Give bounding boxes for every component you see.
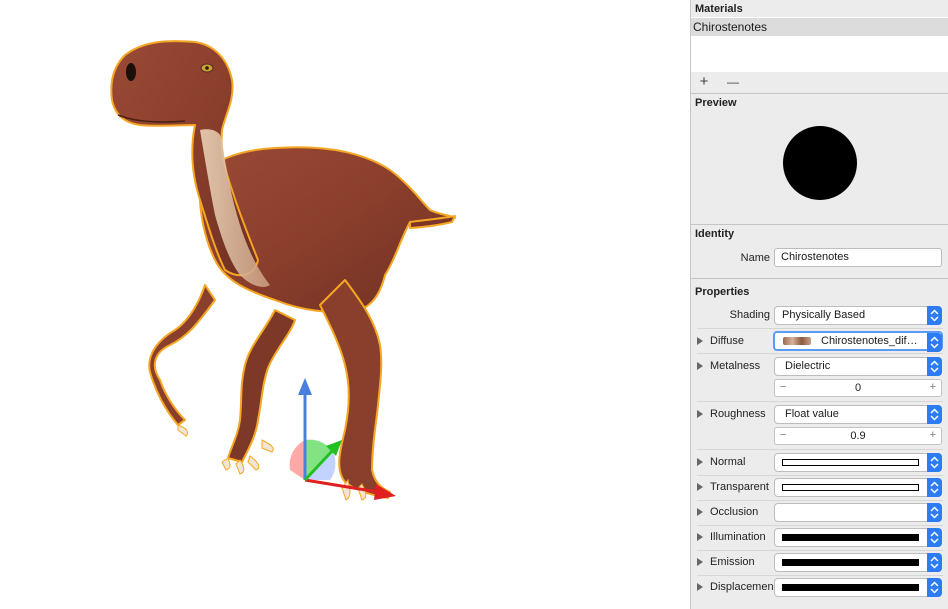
popup-arrows-icon [927,503,942,522]
illumination-label: Illumination [710,531,766,543]
preview-title: Preview [695,97,737,109]
roughness-stepper[interactable]: − 0.9 + [774,427,942,445]
properties-title: Properties [695,286,750,298]
diffuse-label: Diffuse [710,335,745,347]
disclosure-triangle-icon[interactable] [697,483,703,491]
shading-popup[interactable]: Physically Based [774,306,942,325]
popup-arrows-icon [927,578,942,597]
disclosure-triangle-icon[interactable] [697,458,703,466]
emission-color-popup[interactable] [774,553,942,572]
materials-list[interactable]: Chirostenotes [691,17,948,72]
material-preview-sphere [783,126,857,200]
metalness-popup[interactable]: Dielectric [774,357,942,376]
transparent-color-popup[interactable] [774,478,942,497]
color-swatch [782,534,919,541]
identity-title: Identity [695,228,735,240]
increment-button[interactable]: + [930,429,936,441]
disclosure-triangle-icon[interactable] [697,533,703,541]
occlusion-label: Occlusion [710,506,759,518]
disclosure-triangle-icon[interactable] [697,337,703,345]
list-item[interactable]: Chirostenotes [691,18,948,36]
disclosure-triangle-icon[interactable] [697,583,703,591]
material-name: Chirostenotes [693,20,768,34]
disclosure-triangle-icon[interactable] [697,508,703,516]
normal-label: Normal [710,456,746,468]
diffuse-popup[interactable]: Chirostenotes_dif… [773,331,943,352]
emission-label: Emission [710,556,755,568]
popup-arrows-icon [927,453,942,472]
dinosaur-model[interactable] [0,0,690,609]
materials-title: Materials [695,3,743,15]
popup-arrows-icon [927,405,942,424]
popup-arrows-icon [927,333,942,352]
scene-viewport[interactable] [0,0,690,609]
shading-label: Shading [729,309,770,321]
metalness-stepper[interactable]: − 0 + [774,379,942,397]
roughness-label: Roughness [710,408,766,420]
metalness-label: Metalness [710,360,761,372]
add-material-button[interactable]: + [696,74,712,90]
illumination-color-popup[interactable] [774,528,942,547]
popup-arrows-icon [927,478,942,497]
disclosure-triangle-icon[interactable] [697,410,703,418]
popup-arrows-icon [927,357,942,376]
color-swatch [782,484,919,491]
popup-arrows-icon [927,553,942,572]
disclosure-triangle-icon[interactable] [697,362,703,370]
normal-color-popup[interactable] [774,453,942,472]
name-field[interactable]: Chirostenotes [774,248,942,267]
material-inspector: Materials Chirostenotes + — Preview Iden… [690,0,948,609]
color-swatch [782,459,919,466]
popup-arrows-icon [927,306,942,325]
name-label: Name [740,252,770,264]
color-swatch [782,559,919,566]
disclosure-triangle-icon[interactable] [697,558,703,566]
texture-thumbnail [783,337,811,345]
roughness-popup[interactable]: Float value [774,405,942,424]
increment-button[interactable]: + [930,381,936,393]
displacement-color-popup[interactable] [774,578,942,597]
color-swatch [782,584,919,591]
remove-material-button[interactable]: — [725,74,741,90]
popup-arrows-icon [927,528,942,547]
displacement-label: Displacemen [710,581,774,593]
occlusion-popup[interactable] [774,503,942,522]
transparent-label: Transparent [710,481,769,493]
